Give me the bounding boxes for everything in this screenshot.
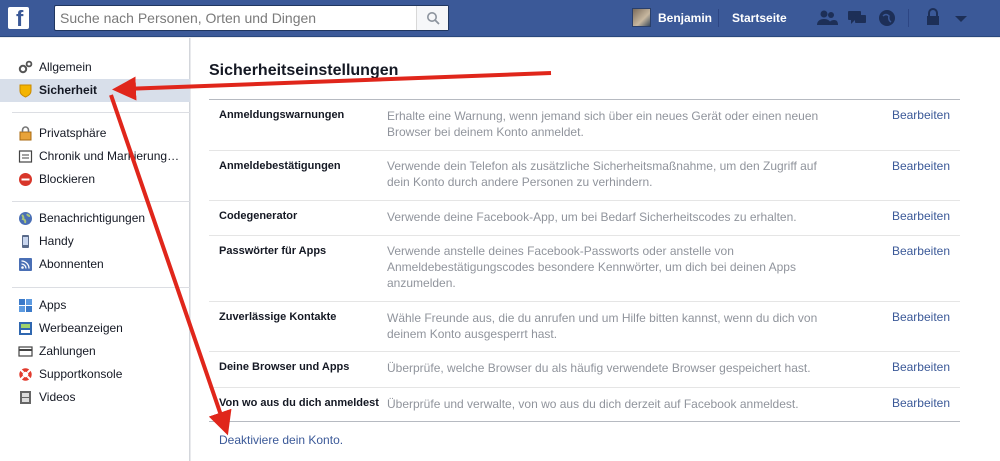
edit-link[interactable]: Bearbeiten — [892, 360, 950, 374]
sidebar-item-chronik[interactable]: Chronik und Markierung… — [0, 145, 190, 168]
setting-name: Von wo aus du dich anmeldest — [219, 397, 379, 409]
settings-row-code-generator[interactable]: Codegenerator Verwende deine Facebook-Ap… — [209, 201, 960, 236]
settings-row-login-approvals[interactable]: Anmeldebestätigungen Verwende dein Telef… — [209, 151, 960, 201]
phone-icon — [22, 235, 29, 248]
sidebar-item-label: Zahlungen — [39, 344, 96, 358]
settings-row-login-alerts[interactable]: Anmeldungswarnungen Erhalte eine Warnung… — [209, 100, 960, 151]
sidebar-group-notifications: Benachrichtigungen Handy Abonnenten — [0, 207, 190, 276]
setting-description: Erhalte eine Warnung, wenn jemand sich ü… — [387, 109, 819, 139]
facebook-logo[interactable]: f — [8, 6, 29, 31]
ads-icon — [19, 322, 32, 335]
divider — [12, 112, 190, 113]
divider — [209, 421, 960, 422]
sidebar-item-werbeanzeigen[interactable]: Werbeanzeigen — [0, 317, 190, 340]
security-settings-panel: Sicherheitseinstellungen Anmeldungswarnu… — [191, 38, 1000, 461]
setting-name: Deine Browser und Apps — [219, 361, 350, 373]
page-title: Sicherheitseinstellungen — [209, 62, 399, 79]
account-menu-icon[interactable] — [950, 8, 972, 28]
search-icon — [427, 12, 440, 25]
divider — [908, 9, 909, 27]
sidebar-item-label: Privatsphäre — [39, 126, 107, 140]
privacy-shortcuts-icon[interactable] — [922, 8, 944, 28]
deactivate-account-link[interactable]: Deaktiviere dein Konto. — [219, 433, 343, 447]
search-box — [54, 5, 449, 31]
shield-icon — [19, 84, 32, 98]
sidebar-group-account: Allgemein Sicherheit — [0, 56, 190, 102]
sidebar-item-label: Benachrichtigungen — [39, 211, 146, 225]
sidebar-item-allgemein[interactable]: Allgemein — [0, 56, 190, 79]
sidebar-item-privatsphaere[interactable]: Privatsphäre — [0, 122, 190, 145]
setting-name: Anmeldebestätigungen — [219, 160, 341, 172]
edit-link[interactable]: Bearbeiten — [892, 209, 950, 223]
settings-row-trusted-contacts[interactable]: Zuverlässige Kontakte Wähle Freunde aus,… — [209, 302, 960, 352]
block-icon — [19, 173, 32, 186]
notifications-icon[interactable] — [876, 8, 898, 28]
setting-description: Verwende deine Facebook-App, um bei Beda… — [387, 210, 797, 224]
edit-link[interactable]: Bearbeiten — [892, 396, 950, 410]
divider — [718, 9, 719, 27]
payments-icon — [18, 346, 33, 357]
edit-link[interactable]: Bearbeiten — [892, 108, 950, 122]
friend-requests-icon[interactable] — [816, 8, 838, 28]
setting-name: Passwörter für Apps — [219, 245, 327, 257]
setting-name: Zuverlässige Kontakte — [219, 311, 337, 323]
sidebar-item-blockieren[interactable]: Blockieren — [0, 168, 190, 191]
edit-link[interactable]: Bearbeiten — [892, 310, 950, 324]
search-input[interactable] — [55, 6, 415, 30]
timeline-icon — [18, 150, 33, 163]
settings-row-app-passwords[interactable]: Passwörter für Apps Verwende anstelle de… — [209, 236, 960, 302]
sidebar-item-label: Werbeanzeigen — [39, 321, 123, 335]
setting-description: Überprüfe, welche Browser du als häufig … — [387, 361, 811, 375]
setting-name: Codegenerator — [219, 210, 298, 222]
settings-row-browsers-apps[interactable]: Deine Browser und Apps Überprüfe, welche… — [209, 352, 960, 388]
divider — [12, 201, 190, 202]
setting-name: Anmeldungswarnungen — [219, 109, 345, 121]
setting-description: Verwende dein Telefon als zusätzliche Si… — [387, 159, 817, 189]
top-bar: f Benjamin Startseite — [0, 0, 1000, 37]
sidebar-item-label: Chronik und Markierung… — [39, 149, 180, 163]
edit-link[interactable]: Bearbeiten — [892, 159, 950, 173]
sidebar-item-label: Allgemein — [39, 60, 92, 74]
gears-icon — [18, 60, 33, 74]
sidebar-item-apps[interactable]: Apps — [0, 294, 190, 317]
sidebar-item-label: Abonnenten — [39, 257, 104, 271]
sidebar-item-label: Apps — [39, 298, 67, 312]
messages-icon[interactable] — [846, 8, 868, 28]
settings-sidebar: Allgemein Sicherheit Privatsphäre Chroni… — [0, 38, 190, 461]
lifebuoy-icon — [19, 368, 32, 381]
lock-icon — [19, 126, 32, 141]
sidebar-item-handy[interactable]: Handy — [0, 230, 190, 253]
sidebar-group-apps: Apps Werbeanzeigen Zahlungen Supportkons… — [0, 294, 190, 409]
setting-description: Überprüfe und verwalte, von wo aus du di… — [387, 397, 799, 411]
apps-icon — [19, 299, 32, 312]
sidebar-item-abonnenten[interactable]: Abonnenten — [0, 253, 190, 276]
sidebar-item-label: Sicherheit — [39, 83, 98, 97]
film-icon — [20, 391, 31, 404]
sidebar-item-label: Blockieren — [39, 172, 96, 186]
edit-link[interactable]: Bearbeiten — [892, 244, 950, 258]
sidebar-item-supportkonsole[interactable]: Supportkonsole — [0, 363, 190, 386]
setting-description: Verwende anstelle deines Facebook-Passwo… — [387, 244, 796, 290]
sidebar-item-zahlungen[interactable]: Zahlungen — [0, 340, 190, 363]
sidebar-item-label: Handy — [39, 234, 74, 248]
avatar[interactable] — [632, 8, 651, 27]
sidebar-item-label: Supportkonsole — [39, 367, 123, 381]
sidebar-group-privacy: Privatsphäre Chronik und Markierung… Blo… — [0, 122, 190, 191]
profile-link[interactable]: Benjamin — [658, 11, 712, 25]
rss-icon — [19, 258, 32, 271]
settings-row-where-logged-in[interactable]: Von wo aus du dich anmeldest Überprüfe u… — [209, 388, 960, 422]
setting-description: Wähle Freunde aus, die du anrufen und um… — [387, 311, 818, 341]
search-button[interactable] — [416, 6, 448, 30]
sidebar-item-sicherheit[interactable]: Sicherheit — [0, 79, 190, 102]
sidebar-item-benachrichtigungen[interactable]: Benachrichtigungen — [0, 207, 190, 230]
globe-icon — [19, 212, 32, 225]
sidebar-item-label: Videos — [39, 390, 76, 404]
sidebar-item-videos[interactable]: Videos — [0, 386, 190, 409]
divider — [12, 287, 190, 288]
home-link[interactable]: Startseite — [732, 11, 787, 25]
facebook-logo-letter: f — [16, 6, 24, 31]
